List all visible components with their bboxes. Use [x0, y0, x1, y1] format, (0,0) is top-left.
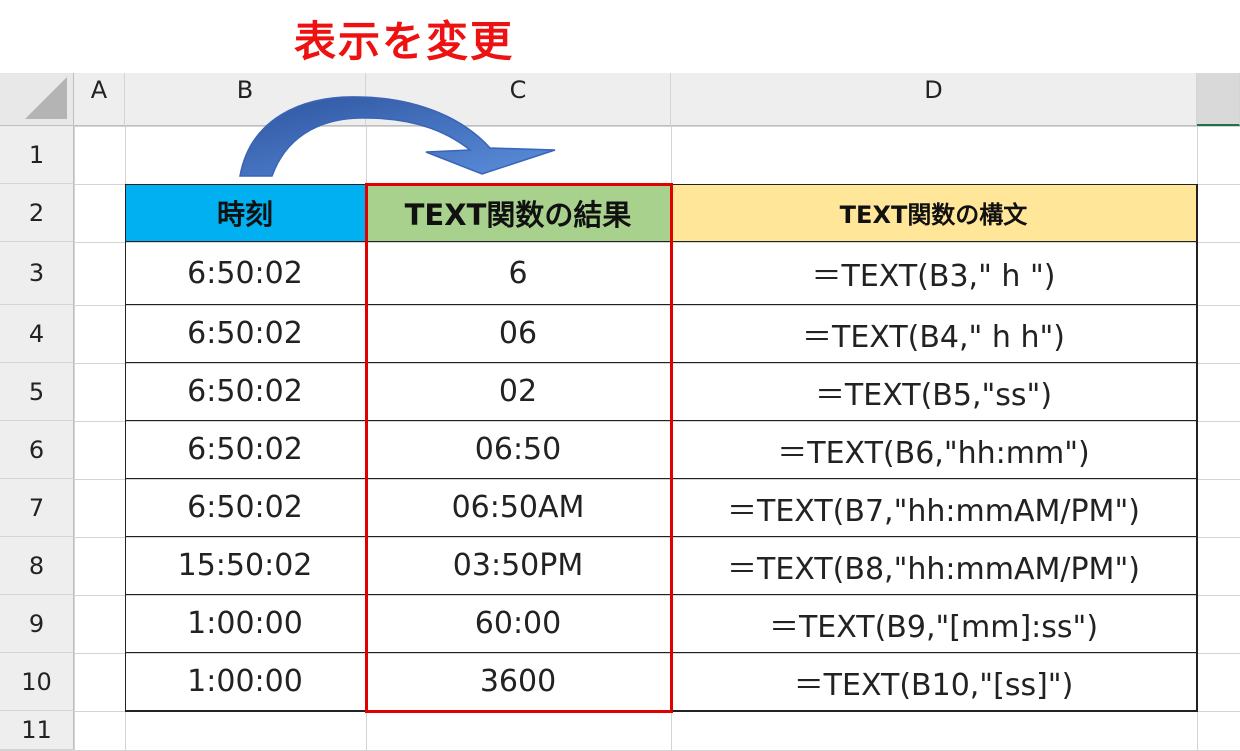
column-header-d[interactable]: D — [671, 73, 1197, 126]
row-header-10[interactable]: 10 — [0, 653, 74, 711]
row-header-8[interactable]: 8 — [0, 537, 74, 595]
table-cell-time[interactable]: 6:50:02 — [125, 305, 366, 363]
annotation-label: 表示を変更 — [278, 6, 531, 70]
table-cell-result[interactable]: 02 — [366, 363, 671, 421]
column-header-c[interactable]: C — [366, 73, 671, 126]
gridline-row-11 — [0, 711, 1240, 712]
gridline-row-1 — [0, 126, 1240, 127]
row-header-6[interactable]: 6 — [0, 421, 74, 479]
gridline-col-5 — [1197, 73, 1198, 750]
header-cell-syntax[interactable]: TEXT関数の構文 — [671, 184, 1197, 242]
gridline-col-1 — [74, 73, 75, 750]
table-cell-syntax[interactable]: ＝TEXT(B4," h h") — [671, 305, 1197, 363]
table-cell-result[interactable]: 6 — [366, 242, 671, 305]
select-all-triangle-icon — [25, 77, 67, 119]
table-cell-time[interactable]: 1:00:00 — [125, 653, 366, 711]
select-all-corner[interactable] — [0, 73, 74, 126]
table-cell-syntax[interactable]: ＝TEXT(B3," h ") — [671, 242, 1197, 305]
table-cell-syntax[interactable]: ＝TEXT(B8,"hh:mmAM/PM") — [671, 537, 1197, 595]
table-cell-syntax[interactable]: ＝TEXT(B10,"[ss]") — [671, 653, 1197, 711]
table-cell-time[interactable]: 1:00:00 — [125, 595, 366, 653]
table-cell-result[interactable]: 06:50AM — [366, 479, 671, 537]
header-cell-result[interactable]: TEXT関数の結果 — [366, 184, 671, 242]
header-cell-time[interactable]: 時刻 — [125, 184, 366, 242]
table-cell-syntax[interactable]: ＝TEXT(B6,"hh:mm") — [671, 421, 1197, 479]
table-cell-time[interactable]: 6:50:02 — [125, 421, 366, 479]
table-cell-syntax[interactable]: ＝TEXT(B9,"[mm]:ss") — [671, 595, 1197, 653]
row-header-9[interactable]: 9 — [0, 595, 74, 653]
table-cell-result[interactable]: 06:50 — [366, 421, 671, 479]
table-cell-syntax[interactable]: ＝TEXT(B5,"ss") — [671, 363, 1197, 421]
table-cell-time[interactable]: 6:50:02 — [125, 242, 366, 305]
column-header-b[interactable]: B — [125, 73, 366, 126]
table-cell-result[interactable]: 03:50PM — [366, 537, 671, 595]
column-header-filler — [1197, 73, 1240, 126]
column-header-a[interactable]: A — [74, 73, 125, 126]
table-cell-time[interactable]: 6:50:02 — [125, 479, 366, 537]
spreadsheet-grid: A B C D 1 2 3 4 5 6 7 8 9 10 11 時刻 TEXT関数の結果 TEXT関数の構文 6:5… — [0, 73, 1240, 751]
row-header-7[interactable]: 7 — [0, 479, 74, 537]
table-cell-result[interactable]: 3600 — [366, 653, 671, 711]
table-cell-syntax[interactable]: ＝TEXT(B7,"hh:mmAM/PM") — [671, 479, 1197, 537]
table-cell-time[interactable]: 15:50:02 — [125, 537, 366, 595]
table-cell-result[interactable]: 60:00 — [366, 595, 671, 653]
row-header-4[interactable]: 4 — [0, 305, 74, 363]
row-header-1[interactable]: 1 — [0, 126, 74, 184]
row-header-3[interactable]: 3 — [0, 242, 74, 305]
row-header-11[interactable]: 11 — [0, 711, 74, 750]
table-cell-result[interactable]: 06 — [366, 305, 671, 363]
row-header-2[interactable]: 2 — [0, 184, 74, 242]
table-cell-time[interactable]: 6:50:02 — [125, 363, 366, 421]
row-header-5[interactable]: 5 — [0, 363, 74, 421]
